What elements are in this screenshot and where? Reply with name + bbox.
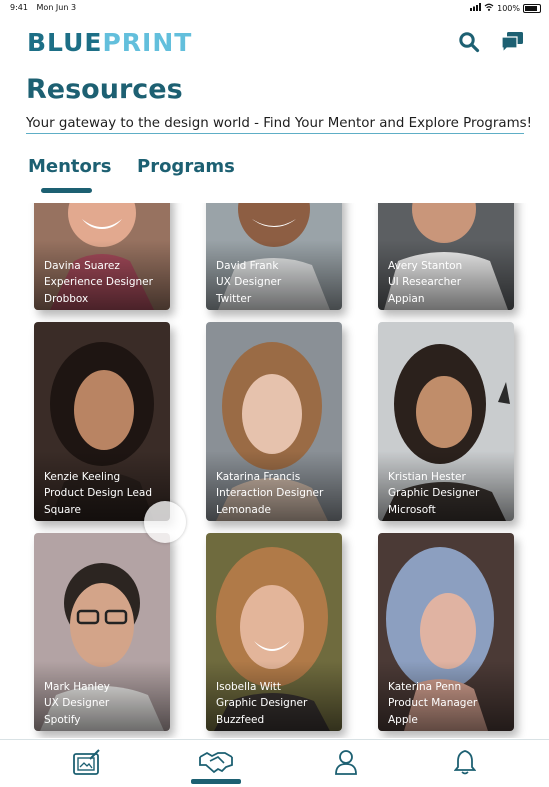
mentor-info: Isobella Witt Graphic Designer Buzzfeed <box>216 679 307 729</box>
mentor-card[interactable]: Katerina Penn Product Manager Apple <box>378 533 514 731</box>
mentor-role: UX Designer <box>44 697 110 709</box>
tab-mentors[interactable]: Mentors <box>28 156 112 177</box>
mentor-role: Experience Designer <box>44 276 153 288</box>
mentor-company: Buzzfeed <box>216 713 265 726</box>
status-time: 9:41 <box>10 3 28 12</box>
mentor-name: Avery Stanton <box>388 259 463 272</box>
mentor-card[interactable]: Kenzie Keeling Product Design Lead Squar… <box>34 322 170 521</box>
mentor-card[interactable]: David Frank UX Designer Twitter <box>206 203 342 310</box>
mentor-company: Appian <box>388 292 425 305</box>
search-icon[interactable] <box>458 31 480 57</box>
mentor-company: Apple <box>388 713 418 726</box>
mentor-role: Product Manager <box>388 697 478 709</box>
battery-percent: 100% <box>497 3 520 13</box>
mentor-name: Isobella Witt <box>216 680 282 693</box>
mentor-name: Mark Hanley <box>44 680 110 693</box>
mentor-name: David Frank <box>216 259 279 272</box>
page-subtitle: Your gateway to the design world - Find … <box>26 116 533 131</box>
mentor-card[interactable]: Katarina Francis Interaction Designer Le… <box>206 322 342 521</box>
battery-icon <box>523 3 541 13</box>
mentor-role: Graphic Designer <box>216 697 308 709</box>
subtitle-divider <box>26 133 524 134</box>
mentor-card[interactable]: Davina Suarez Experience Designer Drobbo… <box>34 203 170 310</box>
mentor-name: Katerina Penn <box>388 680 462 693</box>
mentor-info: David Frank UX Designer Twitter <box>216 258 281 308</box>
mentor-info: Kristian Hester Graphic Designer Microso… <box>388 469 479 519</box>
mentor-info: Katerina Penn Product Manager Apple <box>388 679 477 729</box>
wifi-icon <box>484 3 494 13</box>
signal-icon <box>470 3 482 13</box>
bottom-navigation <box>0 739 549 787</box>
status-time-date: 9:41 Mon Jun 3 <box>10 3 76 12</box>
logo-part-blue: BLUE <box>27 28 103 57</box>
mentor-role: UI Researcher <box>388 276 462 288</box>
mentor-info: Davina Suarez Experience Designer Drobbo… <box>44 258 153 308</box>
mentor-company: Spotify <box>44 713 81 726</box>
mentor-role: Interaction Designer <box>216 487 324 499</box>
status-bar: 9:41 Mon Jun 3 100% <box>0 0 549 16</box>
mentor-name: Katarina Francis <box>216 470 301 483</box>
scroll-handle[interactable] <box>144 501 186 543</box>
mentor-info: Mark Hanley UX Designer Spotify <box>44 679 110 729</box>
handshake-icon[interactable] <box>198 749 234 779</box>
mentor-info: Katarina Francis Interaction Designer Le… <box>216 469 323 519</box>
mentor-role: UX Designer <box>216 276 282 288</box>
status-indicators: 100% <box>470 3 541 13</box>
mentor-company: Twitter <box>216 292 252 305</box>
mentor-card[interactable]: Isobella Witt Graphic Designer Buzzfeed <box>206 533 342 731</box>
mentor-card[interactable]: Kristian Hester Graphic Designer Microso… <box>378 322 514 521</box>
mentor-name: Davina Suarez <box>44 259 120 272</box>
mentor-card[interactable]: Avery Stanton UI Researcher Appian <box>378 203 514 310</box>
active-nav-indicator <box>191 779 241 784</box>
portfolio-icon[interactable] <box>72 749 102 781</box>
logo-part-print: PRINT <box>102 28 193 57</box>
page-title: Resources <box>26 74 183 105</box>
mentor-name: Kristian Hester <box>388 470 466 483</box>
mentor-info: Kenzie Keeling Product Design Lead Squar… <box>44 469 152 519</box>
mentor-name: Kenzie Keeling <box>44 470 121 483</box>
tab-programs[interactable]: Programs <box>137 156 235 177</box>
mentor-company: Drobbox <box>44 292 89 305</box>
chat-icon[interactable] <box>501 31 525 57</box>
mentor-role: Graphic Designer <box>388 487 480 499</box>
mentor-company: Lemonade <box>216 503 271 516</box>
status-date: Mon Jun 3 <box>36 3 77 12</box>
mentor-grid[interactable]: Davina Suarez Experience Designer Drobbo… <box>0 203 549 738</box>
bell-icon[interactable] <box>453 749 477 779</box>
mentor-company: Microsoft <box>388 503 436 516</box>
mentor-company: Square <box>44 503 81 516</box>
mentor-role: Product Design Lead <box>44 487 153 499</box>
profile-icon[interactable] <box>334 749 358 779</box>
active-tab-indicator <box>41 188 92 193</box>
mentor-card[interactable]: Mark Hanley UX Designer Spotify <box>34 533 170 731</box>
mentor-info: Avery Stanton UI Researcher Appian <box>388 258 462 308</box>
app-logo[interactable]: BLUEPRINT <box>27 28 192 57</box>
